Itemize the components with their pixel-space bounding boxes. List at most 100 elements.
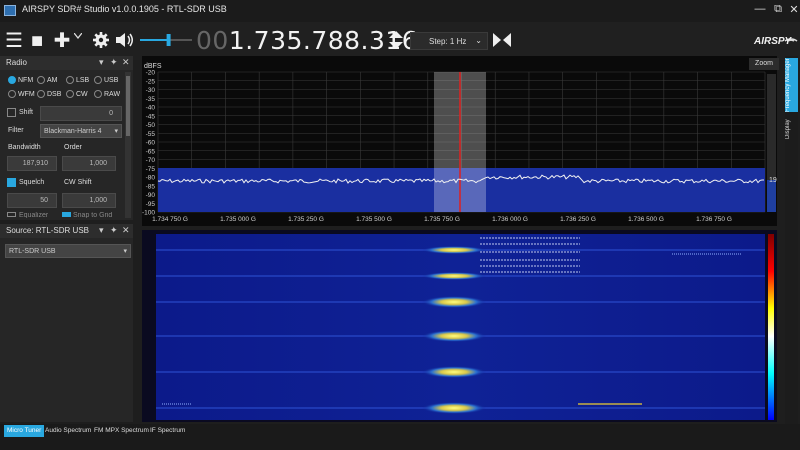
radio-dot — [8, 76, 16, 84]
squelch-input[interactable]: 50 — [7, 193, 57, 208]
filter-select[interactable]: Blackman-Harris 4 ▾ — [40, 124, 122, 138]
mode-label: CW — [76, 90, 88, 98]
tab-display[interactable]: Display — [785, 114, 798, 144]
y-tick-label: -30 — [146, 87, 156, 94]
mode-cw[interactable]: CW — [66, 90, 88, 98]
radio-dot — [37, 76, 45, 84]
spectrum-chart[interactable]: dBFS -20-25-30-35-40-45-50-55-60-65-70-7… — [142, 56, 777, 226]
order-label: Order — [64, 144, 82, 151]
order-input[interactable]: 1,000 — [62, 156, 116, 171]
x-tick-label: 1.734 750 G — [152, 216, 188, 223]
signal-burst — [422, 272, 486, 280]
tab-fm-mpx-spectrum[interactable]: FM MPX Spectrum — [91, 425, 152, 437]
filter-value: Blackman-Harris 4 — [44, 128, 102, 135]
close-panel-icon[interactable]: ✕ — [122, 57, 130, 68]
step-label: Step: 1 Hz — [429, 37, 467, 46]
waterfall-palette-bar — [768, 234, 774, 420]
gear-icon[interactable] — [92, 31, 110, 49]
y-tick-label: -55 — [146, 131, 156, 138]
source-panel-header: Source: RTL-SDR USB ▾ ✦ ✕ — [0, 224, 133, 238]
stop-icon[interactable]: ■ — [28, 31, 46, 51]
level-bar-fill — [767, 180, 776, 212]
pin-icon[interactable]: ✦ — [110, 57, 118, 68]
pin-icon[interactable]: ✦ — [110, 225, 118, 236]
scroll-thumb[interactable] — [126, 76, 130, 136]
y-tick-label: -65 — [146, 148, 156, 155]
y-tick-label: -75 — [146, 166, 156, 173]
add-icon[interactable]: ✚ — [52, 31, 72, 51]
y-tick-label: -85 — [146, 183, 156, 190]
squelch-label: Squelch — [19, 179, 45, 186]
tab-if-spectrum[interactable]: IF Spectrum — [147, 425, 188, 437]
maximize-button[interactable]: ⧉ — [770, 3, 786, 16]
radio-dot — [94, 76, 102, 84]
dropdown-icon[interactable]: ▾ — [99, 57, 104, 68]
spectrum-view[interactable]: dBFS -20 -25 -30 -35 -40 -45 -50 -55 -60 -65 -70 -7… — [142, 56, 777, 226]
y-tick-label: -50 — [146, 122, 156, 129]
shift-checkbox[interactable] — [7, 108, 16, 117]
mode-nfm[interactable]: NFM — [8, 76, 33, 84]
mode-usb[interactable]: USB — [94, 76, 118, 84]
step-select[interactable]: Step: 1 Hz ⌄ — [410, 32, 488, 50]
window-title: AIRSPY SDR# Studio v1.0.0.1905 - RTL-SDR… — [22, 4, 227, 14]
frequency-value: 1.735.788.316 — [228, 26, 419, 55]
source-panel-title: Source: RTL-SDR USB — [6, 226, 89, 235]
mode-label: AM — [47, 76, 58, 84]
mode-label: USB — [104, 76, 119, 84]
mode-label: NFM — [18, 76, 34, 84]
signal-burst — [422, 366, 486, 378]
y-tick-label: -45 — [146, 113, 156, 120]
close-panel-icon[interactable]: ✕ — [122, 225, 130, 236]
tab-frequency-manager[interactable]: Frequency Manager — [785, 58, 798, 112]
y-tick-label: -35 — [146, 96, 156, 103]
volume-slider[interactable] — [138, 32, 194, 48]
frequency-prefix: 00 — [196, 26, 229, 55]
mode-wfm[interactable]: WFM — [8, 90, 35, 98]
squelch-checkbox[interactable] — [7, 178, 16, 187]
tab-audio-spectrum[interactable]: Audio Spectrum — [42, 425, 94, 437]
radio-dot — [8, 90, 16, 98]
bandwidth-input[interactable]: 187,910 — [7, 156, 57, 171]
menu-icon[interactable]: ☰ — [5, 31, 23, 51]
shift-input[interactable]: 0 — [40, 106, 122, 121]
snap-checkbox[interactable] — [62, 212, 71, 217]
y-tick-label: -20 — [146, 70, 156, 77]
mode-raw[interactable]: RAW — [94, 90, 120, 98]
mode-label: WFM — [18, 90, 35, 98]
shift-label: Shift — [19, 109, 34, 116]
x-tick-label: 1.736 750 G — [696, 216, 732, 223]
y-tick-label: -25 — [146, 78, 156, 85]
signal-burst — [422, 296, 486, 308]
minimize-button[interactable]: — — [752, 3, 768, 15]
close-button[interactable]: ✕ — [786, 3, 800, 16]
level-bar[interactable] — [767, 74, 776, 212]
waterfall-view[interactable] — [142, 230, 777, 422]
mode-lsb[interactable]: LSB — [66, 76, 89, 84]
radio-dot — [66, 90, 74, 98]
level-value: 19 — [769, 177, 777, 184]
equalizer-checkbox[interactable] — [7, 212, 16, 217]
speaker-icon[interactable] — [115, 31, 135, 49]
source-device-select[interactable]: RTL-SDR USB ▾ — [5, 244, 131, 258]
waterfall-chart[interactable] — [142, 230, 777, 422]
y-tick-label: -80 — [146, 175, 156, 182]
radio-panel-header: Radio ▾ ✦ ✕ — [0, 56, 133, 70]
y-tick-label: -95 — [146, 201, 156, 208]
mode-am[interactable]: AM — [37, 76, 58, 84]
radio-panel-scrollbar[interactable] — [125, 72, 131, 218]
tab-micro-tuner[interactable]: Micro Tuner — [4, 425, 45, 437]
zoom-button[interactable]: Zoom — [749, 58, 779, 70]
chevron-down-icon: ⌄ — [475, 36, 482, 45]
bandwidth-label: Bandwidth — [8, 144, 41, 151]
radio-dot — [37, 90, 45, 98]
chevron-down-icon[interactable] — [74, 33, 82, 39]
side-tab-strip: Frequency Manager Display — [785, 56, 798, 426]
mode-dsb[interactable]: DSB — [37, 90, 61, 98]
y-tick-label: -60 — [146, 140, 156, 147]
dropdown-icon[interactable]: ▾ — [99, 225, 104, 236]
mode-label: RAW — [104, 90, 121, 98]
swap-icon[interactable] — [492, 32, 512, 48]
cw-shift-input[interactable]: 1,000 — [62, 193, 116, 208]
signal-burst — [422, 246, 486, 254]
frequency-display[interactable]: 001.735.788.316 — [196, 26, 418, 55]
